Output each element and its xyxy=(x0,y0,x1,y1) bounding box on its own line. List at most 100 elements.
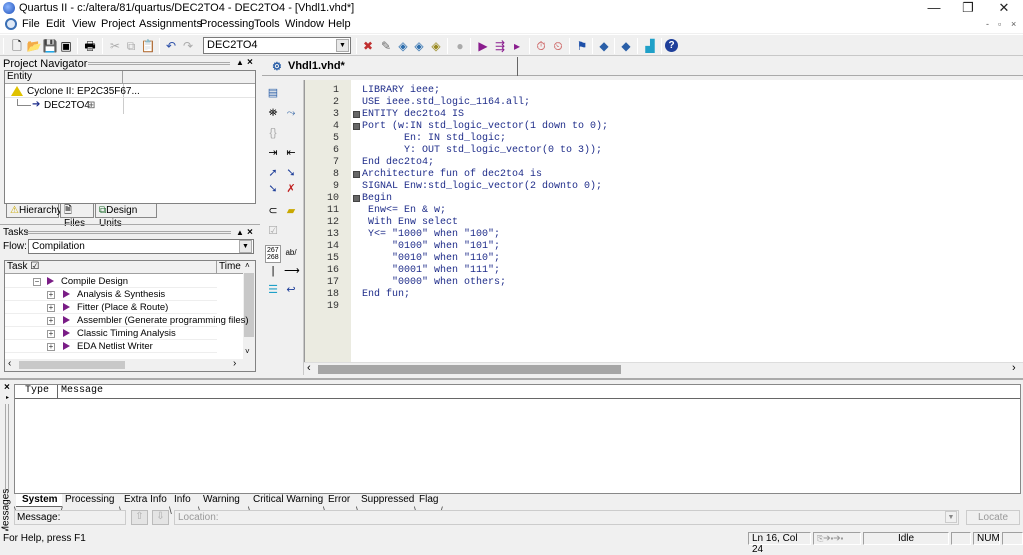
restore-button[interactable]: ❐ xyxy=(951,0,985,17)
attach-icon[interactable]: ⊂ xyxy=(266,204,280,218)
compiler-tool-icon[interactable]: ✖ xyxy=(360,38,376,54)
code-line[interactable]: End fun; xyxy=(362,289,410,301)
previous-bookmark-icon[interactable]: ➘ xyxy=(266,182,280,196)
scroll-up-icon[interactable]: ˄ xyxy=(245,261,250,270)
tab-vhdl1[interactable]: ⚙ Vhdl1.vhd* xyxy=(266,57,518,76)
undo-icon[interactable]: ↶ xyxy=(163,38,179,54)
scroll-left-icon[interactable]: ‹ xyxy=(8,358,11,369)
tab-processing[interactable]: Processing xyxy=(65,494,114,507)
unindent-icon[interactable]: ⇤ xyxy=(284,146,298,160)
code-line[interactable]: "0010" when "110"; xyxy=(362,253,500,265)
redo-icon[interactable]: ↷ xyxy=(180,38,196,54)
run-task-icon[interactable] xyxy=(63,303,70,311)
menu-file[interactable]: File xyxy=(22,18,40,30)
menu-processing[interactable]: Processing xyxy=(200,18,254,30)
timequest-icon[interactable]: ⏱ xyxy=(533,38,549,54)
panel-float-icon[interactable]: ▲ xyxy=(236,58,244,67)
device-item[interactable]: Cyclone II: EP2C35F67... xyxy=(27,86,140,97)
message-column-header[interactable]: Message xyxy=(58,385,1020,399)
copy-icon[interactable]: ⧉ xyxy=(123,38,139,54)
run-task-icon[interactable] xyxy=(63,329,70,337)
open-window-icon[interactable]: ▤ xyxy=(266,86,280,100)
tab-system[interactable]: System xyxy=(16,494,62,507)
previous-message-icon[interactable]: ⇧ xyxy=(131,510,148,525)
menu-window[interactable]: Window xyxy=(285,18,324,30)
tab-flag[interactable]: Flag xyxy=(419,494,438,507)
mdi-close-button[interactable]: × xyxy=(1011,19,1016,29)
expand-icon[interactable]: + xyxy=(47,291,55,300)
panel-grip[interactable] xyxy=(88,62,230,65)
menu-assignments[interactable]: Assignments xyxy=(139,18,202,30)
print-icon[interactable]: 🖶 xyxy=(82,38,98,54)
run-task-icon[interactable] xyxy=(63,316,70,324)
scroll-thumb[interactable] xyxy=(318,365,621,374)
chevron-down-icon[interactable]: ▼ xyxy=(336,39,349,52)
tab-design-units[interactable]: ⧉Design Units xyxy=(95,204,157,229)
expand-icon[interactable]: + xyxy=(47,317,55,326)
code-line[interactable]: LIBRARY ieee; xyxy=(362,85,440,97)
scroll-thumb[interactable] xyxy=(244,273,254,337)
editor-horizontal-scrollbar[interactable]: ‹ › xyxy=(304,362,1023,375)
panel-close-icon[interactable]: × xyxy=(247,57,253,68)
menu-project[interactable]: Project xyxy=(101,18,135,30)
menu-view[interactable]: View xyxy=(72,18,96,30)
start-analysis-elaboration-icon[interactable]: ⇶ xyxy=(492,38,508,54)
code-line[interactable]: Port (w:IN std_logic_vector(1 down to 0)… xyxy=(362,121,608,133)
fold-toggle-icon[interactable] xyxy=(353,171,360,178)
task-row[interactable]: + Analysis & Synthesis xyxy=(5,288,217,301)
code-line[interactable]: "0000" when others; xyxy=(362,277,506,289)
fold-toggle-icon[interactable] xyxy=(353,111,360,118)
code-line[interactable]: En: IN std_logic; xyxy=(362,133,506,145)
start-compilation-icon[interactable]: ▶ xyxy=(475,38,491,54)
code-line[interactable]: Architecture fun of dec2to4 is xyxy=(362,169,542,181)
chip-planner-icon[interactable]: ◆ xyxy=(596,38,612,54)
code-editor[interactable]: LIBRARY ieee; USE ieee.std_logic_1164.all… xyxy=(351,80,1023,363)
entity-column-header[interactable]: Entity xyxy=(5,71,123,84)
programmer-icon[interactable]: ▟ xyxy=(642,38,658,54)
check-syntax-icon[interactable]: ☑ xyxy=(266,224,280,238)
top-entity-item[interactable]: DEC2TO4 xyxy=(44,100,90,111)
code-line[interactable]: With Enw select xyxy=(362,217,458,229)
chevron-down-icon[interactable]: ▼ xyxy=(945,511,957,523)
cut-icon[interactable]: ✂ xyxy=(107,38,123,54)
run-task-icon[interactable] xyxy=(47,277,54,285)
code-line[interactable]: End dec2to4; xyxy=(362,157,434,169)
scroll-right-icon[interactable]: › xyxy=(1012,362,1016,374)
task-row[interactable]: + Classic Timing Analysis xyxy=(5,327,217,340)
code-line[interactable]: Y<= "1000" when "100"; xyxy=(362,229,500,241)
panel-float-icon[interactable]: ▲ xyxy=(236,228,244,237)
tab-files[interactable]: 🗎Files xyxy=(60,204,94,229)
location-field[interactable]: Location: ▼ xyxy=(174,510,959,525)
scroll-down-icon[interactable]: ˅ xyxy=(245,347,250,356)
scroll-thumb[interactable] xyxy=(19,361,125,369)
rtl-viewer-icon[interactable]: ◆ xyxy=(618,38,634,54)
save-all-icon[interactable]: ▣ xyxy=(58,38,74,54)
menu-help[interactable]: Help xyxy=(328,18,351,30)
settings-icon[interactable]: ◈ xyxy=(428,38,444,54)
pin-planner-icon[interactable]: ◈ xyxy=(411,38,427,54)
fold-toggle-icon[interactable] xyxy=(353,123,360,130)
type-column-header[interactable]: Type xyxy=(15,385,58,399)
message-field[interactable]: Message: xyxy=(14,510,126,525)
menu-tools[interactable]: Tools xyxy=(254,18,280,30)
fold-toggle-icon[interactable] xyxy=(353,195,360,202)
next-message-icon[interactable]: ⇩ xyxy=(152,510,169,525)
start-timing-analysis-icon[interactable]: ▸ xyxy=(509,38,525,54)
task-row[interactable]: + EDA Netlist Writer xyxy=(5,340,217,353)
run-task-icon[interactable] xyxy=(63,290,70,298)
tasks-horizontal-scrollbar[interactable]: ‹ › xyxy=(5,358,255,371)
panel-grip[interactable] xyxy=(26,231,231,234)
code-line[interactable]: Begin xyxy=(362,193,392,205)
tab-warning[interactable]: Warning xyxy=(203,494,240,507)
stop-processing-icon[interactable]: ● xyxy=(452,38,468,54)
assignment-editor-icon[interactable]: ◈ xyxy=(395,38,411,54)
messages-close-icon[interactable]: × xyxy=(4,382,10,393)
task-row[interactable]: − Compile Design xyxy=(5,275,217,288)
close-button[interactable]: ✕ xyxy=(987,0,1021,17)
scroll-left-icon[interactable]: ‹ xyxy=(307,362,311,374)
code-line[interactable]: ENTITY dec2to4 IS xyxy=(362,109,464,121)
chevron-down-icon[interactable]: ▼ xyxy=(239,240,252,253)
open-folder-icon[interactable]: 📂 xyxy=(26,38,42,54)
code-line[interactable]: "0001" when "111"; xyxy=(362,265,500,277)
tab-error[interactable]: Error xyxy=(328,494,350,507)
